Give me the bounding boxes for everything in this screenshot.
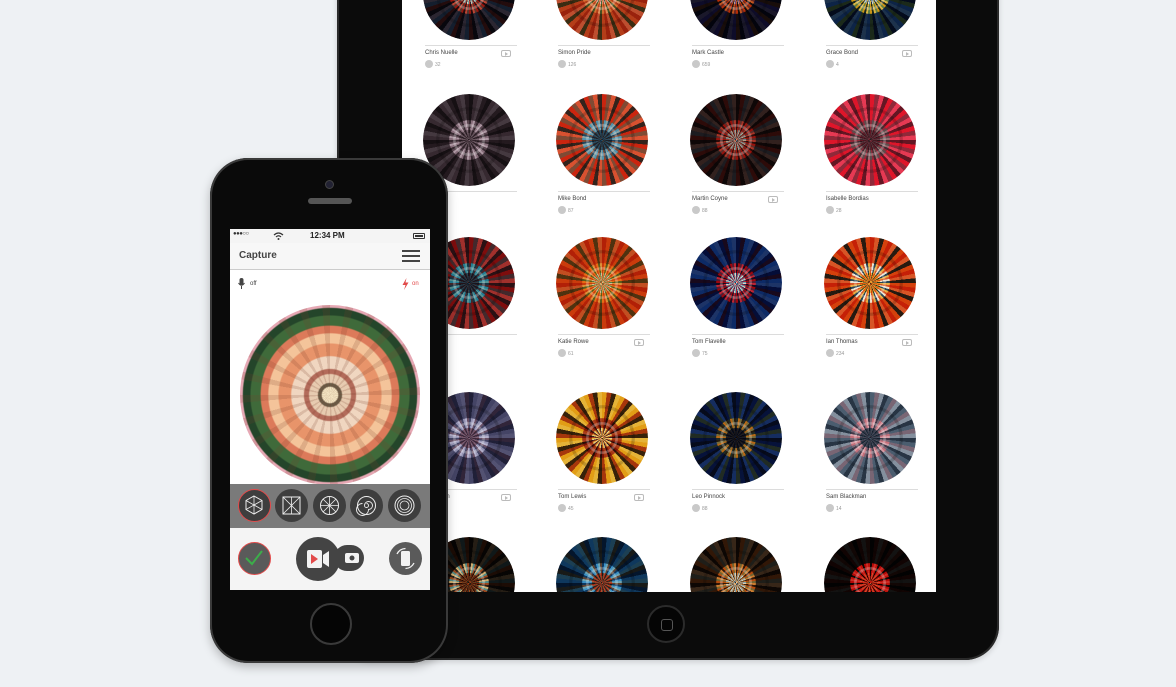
capture-controls — [230, 528, 430, 590]
item-divider — [826, 191, 918, 192]
item-author[interactable]: Tom Lewis — [558, 494, 586, 500]
front-camera — [325, 180, 334, 189]
item-like-count: 75 — [702, 351, 708, 357]
hexagon-pattern-icon — [245, 495, 263, 515]
earpiece-speaker — [308, 198, 352, 204]
camera-switch-icon — [345, 553, 359, 563]
mic-label: off — [250, 281, 257, 287]
video-icon[interactable] — [501, 494, 511, 501]
item-divider — [425, 45, 517, 46]
video-icon[interactable] — [634, 339, 644, 346]
heart-icon[interactable] — [425, 60, 433, 68]
heart-icon[interactable] — [692, 206, 700, 214]
item-divider — [826, 489, 918, 490]
item-like-count: 88 — [702, 208, 708, 214]
heart-icon[interactable] — [558, 206, 566, 214]
item-author[interactable]: Sam Blackman — [826, 494, 866, 500]
heart-icon[interactable] — [826, 206, 834, 214]
phone-home-button[interactable] — [310, 603, 352, 645]
item-author[interactable]: Tom Flavelle — [692, 339, 726, 345]
mode-concentric[interactable] — [388, 489, 421, 522]
mode-hexagon[interactable] — [238, 489, 271, 522]
item-author[interactable]: Isabelle Bordias — [826, 196, 869, 202]
flash-toggle[interactable]: on — [402, 278, 426, 290]
item-like-count: 4 — [836, 62, 839, 68]
spiral-pattern-icon — [356, 496, 376, 516]
capture-screen: ●●●○○ 12:34 PM Capture off on — [230, 229, 430, 590]
item-author[interactable]: Mark Castle — [692, 50, 724, 56]
camera-switch-button[interactable] — [334, 545, 364, 571]
concentric-circles-icon — [394, 495, 415, 516]
item-divider — [558, 191, 650, 192]
video-icon[interactable] — [902, 339, 912, 346]
page-title: Capture — [239, 250, 277, 261]
hamburger-icon[interactable] — [402, 249, 420, 263]
video-icon[interactable] — [501, 50, 511, 57]
rotate-device-button[interactable] — [389, 542, 422, 575]
mic-toggle[interactable]: off — [238, 278, 262, 290]
mode-square-grid[interactable] — [275, 489, 308, 522]
mode-spiral[interactable] — [350, 489, 383, 522]
item-author[interactable]: Chris Nuelle — [425, 50, 458, 56]
item-like-count: 659 — [702, 62, 711, 68]
gallery-screen: Chris Nuelle 32 Simon Pride 126 Mark Castle 6… — [402, 0, 936, 592]
item-author[interactable]: Grace Bond — [826, 50, 858, 56]
status-bar: ●●●○○ 12:34 PM — [230, 229, 430, 243]
tablet-home-button[interactable] — [647, 605, 685, 643]
item-author[interactable]: Martin Coyne — [692, 196, 728, 202]
heart-icon[interactable] — [826, 504, 834, 512]
signal-strength: ●●●○○ — [233, 231, 249, 237]
heart-icon[interactable] — [692, 349, 700, 357]
heart-icon[interactable] — [692, 60, 700, 68]
pattern-mode-bar — [230, 484, 430, 528]
wifi-icon — [273, 232, 284, 240]
item-divider — [558, 45, 650, 46]
item-like-count: 88 — [702, 506, 708, 512]
heart-icon[interactable] — [692, 504, 700, 512]
item-author[interactable]: Ian Thomas — [826, 339, 858, 345]
microphone-icon — [238, 278, 245, 289]
radial-pattern-icon — [320, 496, 339, 515]
item-author[interactable]: Simon Pride — [558, 50, 591, 56]
heart-icon[interactable] — [826, 60, 834, 68]
heart-icon[interactable] — [558, 60, 566, 68]
mode-radial[interactable] — [313, 489, 346, 522]
item-like-count: 61 — [568, 351, 574, 357]
item-divider — [692, 489, 784, 490]
flash-label: on — [412, 281, 419, 287]
item-like-count: 28 — [836, 208, 842, 214]
item-like-count: 87 — [568, 208, 574, 214]
item-divider — [692, 45, 784, 46]
item-divider — [826, 45, 918, 46]
lightning-icon — [402, 278, 409, 290]
item-divider — [826, 334, 918, 335]
item-like-count: 45 — [568, 506, 574, 512]
battery-icon — [413, 233, 425, 239]
item-like-count: 32 — [435, 62, 441, 68]
confirm-button[interactable] — [238, 542, 271, 575]
item-like-count: 126 — [568, 62, 577, 68]
nav-bar: Capture — [230, 243, 430, 270]
square-grid-pattern-icon — [282, 496, 301, 515]
item-author[interactable]: Katie Rowe — [558, 339, 589, 345]
checkmark-icon — [245, 550, 263, 566]
item-like-count: 14 — [836, 506, 842, 512]
item-divider — [558, 489, 650, 490]
heart-icon[interactable] — [826, 349, 834, 357]
rotate-device-icon — [396, 547, 415, 570]
item-author[interactable]: Mike Bond — [558, 196, 586, 202]
item-divider — [558, 334, 650, 335]
video-icon[interactable] — [768, 196, 778, 203]
capture-preview[interactable]: off on — [230, 270, 430, 485]
video-icon[interactable] — [902, 50, 912, 57]
item-author[interactable]: Leo Pinnock — [692, 494, 725, 500]
video-icon[interactable] — [634, 494, 644, 501]
heart-icon[interactable] — [558, 504, 566, 512]
heart-icon[interactable] — [558, 349, 566, 357]
item-like-count: 234 — [836, 351, 845, 357]
item-divider — [692, 191, 784, 192]
item-divider — [692, 334, 784, 335]
status-time: 12:34 PM — [310, 231, 345, 240]
